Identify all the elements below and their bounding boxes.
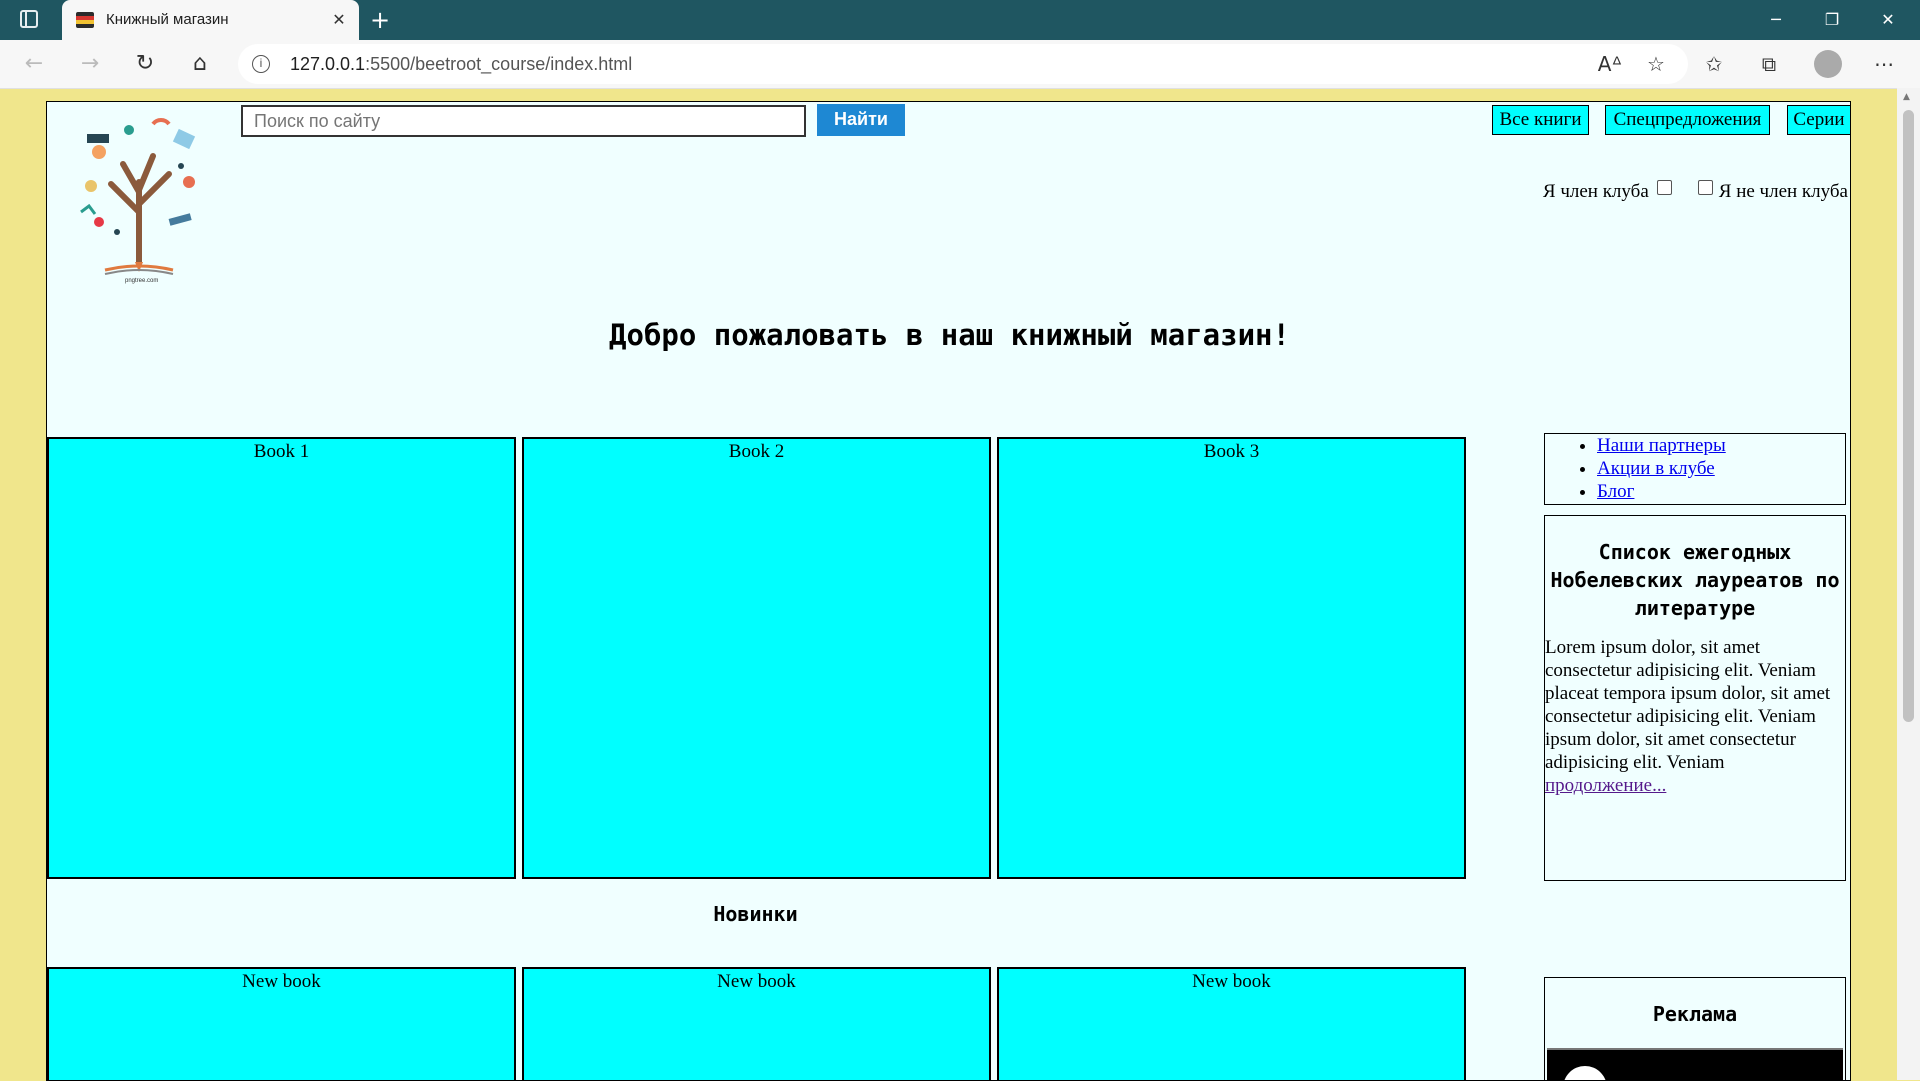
list-item: Наши партнеры	[1597, 434, 1845, 457]
new-book-card[interactable]: New book	[522, 967, 991, 1080]
blog-link[interactable]: Блог	[1597, 481, 1634, 502]
search-button[interactable]: Найти	[817, 104, 905, 136]
nav-all-books-button[interactable]: Все книги	[1492, 105, 1589, 135]
restore-icon[interactable]: ❐	[1804, 0, 1860, 40]
book-card[interactable]: Book 3	[997, 437, 1466, 879]
profile-avatar[interactable]	[1814, 50, 1842, 78]
partners-link[interactable]: Наши партнеры	[1597, 435, 1726, 456]
collections-icon[interactable]: ⧉	[1753, 48, 1785, 80]
new-tab-icon[interactable]: +	[366, 6, 394, 34]
new-book-card[interactable]: New book	[997, 967, 1466, 1080]
search-input[interactable]: Поиск по сайту	[241, 105, 806, 137]
list-item: Блог	[1597, 480, 1845, 503]
browser-titlebar: Книжный магазин ✕ + ─ ❐ ✕	[0, 0, 1920, 40]
add-favorite-icon[interactable]: ☆	[1640, 48, 1672, 80]
ad-video[interactable]	[1547, 1048, 1843, 1080]
book-card[interactable]: Book 1	[47, 437, 516, 879]
url-text[interactable]: 127.0.0.1:5500/beetroot_course/index.htm…	[290, 54, 632, 75]
tab-title: Книжный магазин	[106, 11, 229, 28]
club-membership-row: Я член клуба Я не член клуба	[1543, 180, 1848, 203]
new-book-card[interactable]: New book	[47, 967, 516, 1080]
ad-title: Реклама	[1652, 1002, 1738, 1026]
address-toolbar: ← → ↻ ⌂ i 127.0.0.1:5500/beetroot_course…	[0, 40, 1920, 89]
side-links-box: Наши партнеры Акции в клубе Блог	[1544, 433, 1846, 505]
address-bar[interactable]: i 127.0.0.1:5500/beetroot_course/index.h…	[238, 44, 1688, 84]
minimize-icon[interactable]: ─	[1748, 0, 1804, 40]
page-container: pngtree.com Поиск по сайту Найти Все кни…	[46, 101, 1851, 1081]
home-icon[interactable]: ⌂	[184, 48, 216, 80]
back-icon[interactable]: ←	[18, 48, 50, 80]
scroll-thumb[interactable]	[1903, 110, 1914, 722]
scroll-up-icon[interactable]: ▲	[1903, 92, 1910, 102]
close-window-icon[interactable]: ✕	[1860, 0, 1916, 40]
page-scrollbar[interactable]: ▲	[1897, 88, 1920, 1080]
club-non-member-label: Я не член клуба	[1718, 181, 1848, 202]
nav-series-button[interactable]: Серии	[1787, 105, 1850, 135]
forward-icon[interactable]: →	[74, 48, 106, 80]
reload-icon[interactable]: ↻	[129, 48, 161, 80]
book-tree-logo-icon	[80, 118, 196, 275]
nobel-title: Список ежегодных Нобелевских лауреатов п…	[1550, 540, 1840, 620]
browser-tab[interactable]: Книжный магазин ✕	[62, 0, 359, 40]
more-icon[interactable]: ⋯	[1868, 48, 1900, 80]
club-member-label: Я член клуба	[1542, 181, 1649, 202]
club-non-member-checkbox[interactable]	[1697, 180, 1713, 195]
site-info-icon[interactable]: i	[252, 55, 270, 73]
list-item: Акции в клубе	[1597, 457, 1845, 480]
logo-caption: pngtree.com	[125, 278, 159, 284]
new-books-heading: Новинки	[713, 902, 798, 926]
sidebar-toggle-icon[interactable]	[20, 10, 38, 28]
read-more-link[interactable]: продолжение...	[1545, 775, 1666, 796]
nobel-text: Lorem ipsum dolor, sit amet consectetur …	[1545, 636, 1845, 797]
tab-favicon-icon	[76, 12, 94, 28]
book-card[interactable]: Book 2	[522, 437, 991, 879]
nav-special-offers-button[interactable]: Спецпредложения	[1605, 105, 1770, 135]
nobel-laureates-box: Список ежегодных Нобелевских лауреатов п…	[1544, 515, 1846, 881]
welcome-heading: Добро пожаловать в наш книжный магазин!	[609, 318, 1290, 352]
nobel-body: Lorem ipsum dolor, sit amet consectetur …	[1545, 637, 1831, 773]
club-member-checkbox[interactable]	[1656, 180, 1672, 195]
favorites-icon[interactable]: ✩	[1698, 48, 1730, 80]
club-promos-link[interactable]: Акции в клубе	[1597, 458, 1715, 479]
advertisement-box: Реклама	[1544, 977, 1846, 1080]
tab-close-icon[interactable]: ✕	[327, 8, 351, 32]
read-aloud-icon[interactable]: Aᐞ	[1594, 48, 1626, 80]
play-icon[interactable]	[1563, 1066, 1607, 1080]
